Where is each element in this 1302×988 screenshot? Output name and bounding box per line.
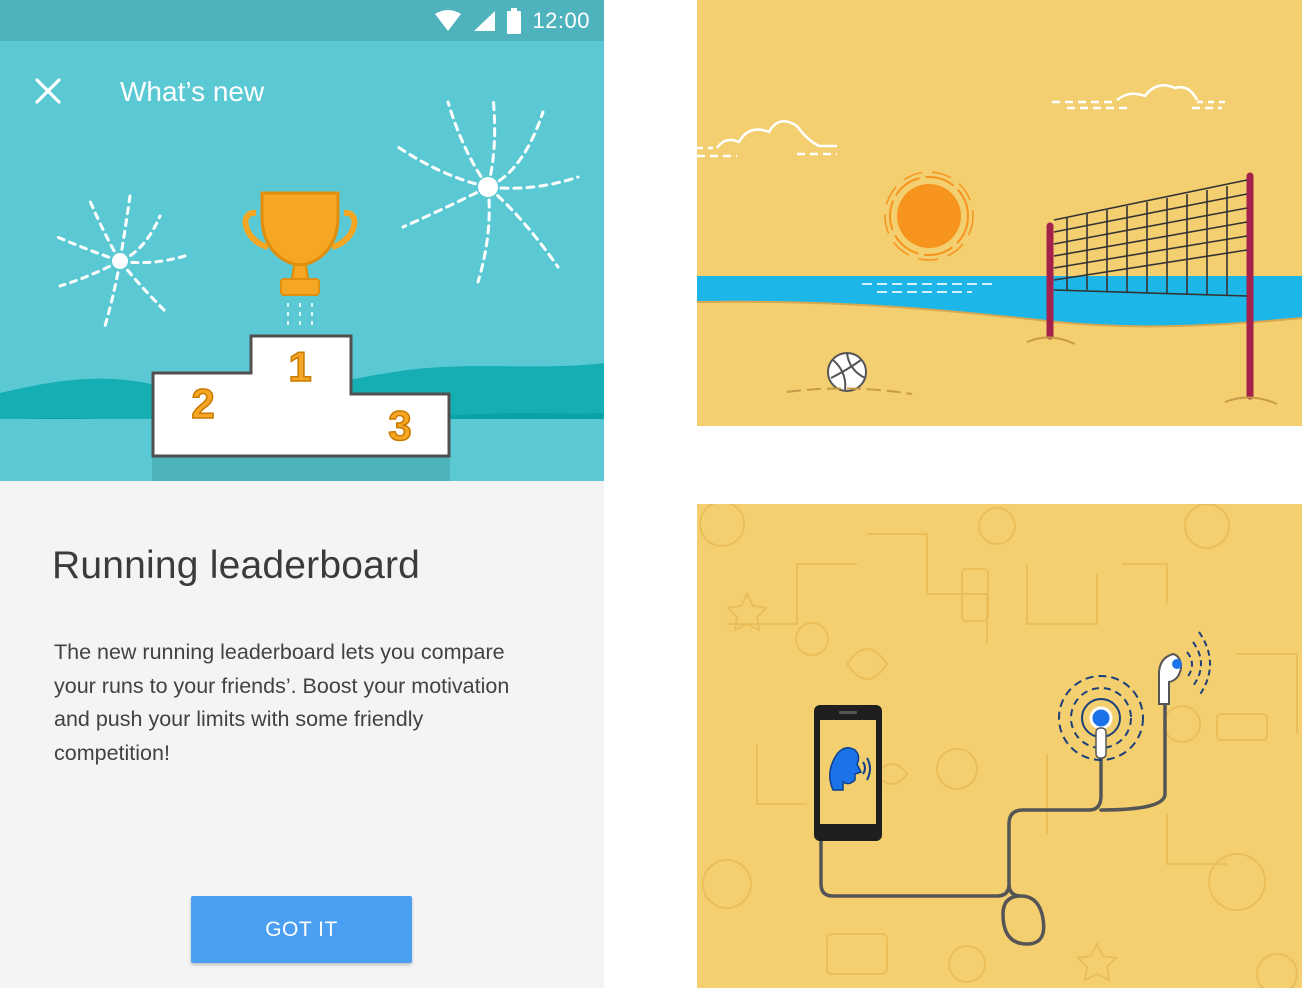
close-button[interactable] bbox=[30, 73, 66, 109]
wifi-icon bbox=[435, 9, 462, 31]
whats-new-screen: 12:00 1 2 3 What’s new Running leaderboa… bbox=[0, 0, 604, 988]
status-time: 12:00 bbox=[532, 7, 590, 33]
hero-illustration: 1 2 3 What’s new bbox=[0, 41, 604, 481]
got-it-button[interactable]: GOT IT bbox=[191, 896, 412, 963]
podium-third-place: 3 bbox=[388, 402, 411, 449]
beach-volleyball-illustration bbox=[697, 0, 1302, 426]
status-bar: 12:00 bbox=[0, 0, 604, 41]
card-title: Running leaderboard bbox=[52, 544, 421, 587]
smartphone-icon bbox=[814, 705, 882, 841]
card-description: The new running leaderboard lets you com… bbox=[54, 640, 510, 765]
podium-first-place: 1 bbox=[288, 343, 311, 390]
audio-coach-illustration bbox=[697, 504, 1302, 988]
toolbar-title: What’s new bbox=[120, 76, 265, 107]
battery-icon bbox=[507, 7, 522, 34]
close-icon bbox=[35, 78, 61, 104]
cell-signal-icon bbox=[474, 10, 496, 31]
podium-second-place: 2 bbox=[191, 380, 214, 427]
